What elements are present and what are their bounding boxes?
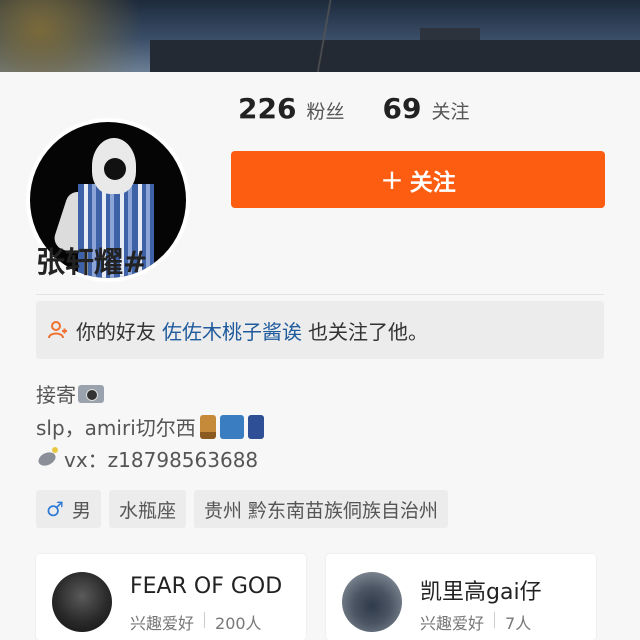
group-meta: 兴趣爱好 200人 (130, 610, 262, 634)
group-card-1[interactable]: FEAR OF GOD 兴趣爱好 200人 (36, 554, 306, 640)
cover-image (0, 0, 640, 72)
followers-count[interactable]: 226 (238, 92, 296, 125)
following-label[interactable]: 关注 (431, 97, 469, 124)
divider (36, 294, 604, 295)
profile-card: 226 粉丝 69 关注 + 关注 张轩耀# 你的好友 佐佐木桃子酱诶 也关注了… (0, 72, 640, 640)
friend-notice-prefix: 你的好友 (76, 319, 156, 344)
friend-notice: 你的好友 佐佐木桃子酱诶 也关注了他。 (36, 301, 604, 359)
satellite-icon (36, 446, 62, 471)
shirt-tie-icon (219, 414, 244, 439)
group-title: 凯里高gai仔 (420, 580, 542, 605)
plus-icon: + (380, 163, 404, 196)
group-card-2[interactable]: 凯里高gai仔 兴趣爱好 7人 (326, 554, 596, 640)
group-title: FEAR OF GOD (130, 574, 283, 599)
group-members: 7人 (505, 614, 532, 633)
group-avatar (342, 572, 402, 632)
bio-line-3: vx：z18798563688 (36, 444, 258, 473)
jeans-icon (247, 414, 264, 439)
follow-button[interactable]: + 关注 (231, 151, 605, 208)
stats-bar: 226 粉丝 69 关注 (238, 92, 507, 125)
friend-notice-suffix: 也关注了他。 (308, 319, 428, 344)
separator (494, 612, 496, 628)
bio-line-1: 接寄 (36, 379, 104, 408)
cover-rooftops (150, 40, 640, 72)
cover-reed (300, 0, 360, 72)
camera-icon (78, 384, 104, 403)
followers-label[interactable]: 粉丝 (306, 97, 344, 124)
follow-button-label: 关注 (409, 169, 456, 196)
boot-icon (199, 414, 216, 439)
tag-gender-label: 男 (71, 499, 91, 522)
bio-line-2: slp，amiri切尔西 (36, 412, 264, 441)
group-avatar (52, 572, 112, 632)
bio-text-3: vx：z18798563688 (64, 448, 259, 472)
avatar-face (104, 158, 126, 180)
friend-icon (48, 321, 67, 339)
bio-text-2: slp，amiri切尔西 (36, 416, 196, 440)
tag-gender: ♂ 男 (36, 490, 101, 528)
friend-name-link[interactable]: 佐佐木桃子酱诶 (162, 316, 302, 345)
profile-name: 张轩耀# (36, 245, 148, 279)
group-category: 兴趣爱好 (420, 614, 485, 633)
group-meta: 兴趣爱好 7人 (420, 610, 531, 634)
following-count[interactable]: 69 (382, 92, 421, 125)
group-category: 兴趣爱好 (130, 614, 195, 633)
profile-tags: ♂ 男 水瓶座 贵州 黔东南苗族侗族自治州 (36, 490, 456, 528)
bio-text-1: 接寄 (36, 383, 76, 407)
tag-zodiac: 水瓶座 (108, 490, 186, 528)
tag-location: 贵州 黔东南苗族侗族自治州 (193, 490, 449, 528)
group-members: 200人 (215, 614, 262, 633)
male-icon: ♂ (46, 497, 64, 521)
separator (204, 612, 206, 628)
